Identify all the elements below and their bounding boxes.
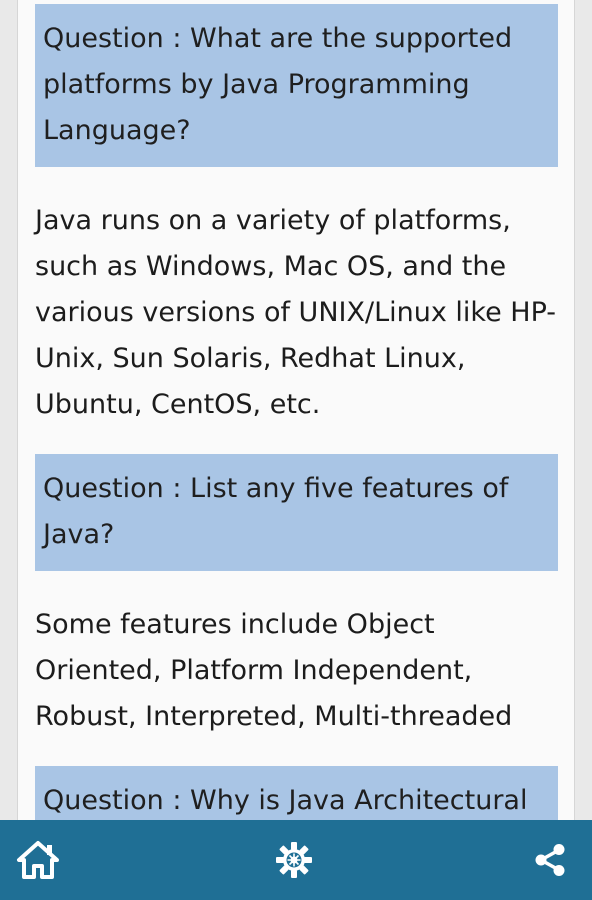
bottom-navigation-bar bbox=[0, 820, 592, 900]
question-box: Question : List any five features of Jav… bbox=[35, 454, 558, 571]
question-text: Question : What are the supported platfo… bbox=[43, 23, 513, 146]
qa-list: Question : What are the supported platfo… bbox=[35, 4, 558, 886]
share-icon bbox=[535, 844, 565, 876]
answer-text: Some features include Object Oriented, P… bbox=[35, 609, 513, 732]
question-text: Question : List any five features of Jav… bbox=[43, 473, 509, 550]
settings-gear-icon bbox=[276, 842, 312, 878]
answer-text: Java runs on a variety of platforms, suc… bbox=[35, 205, 557, 420]
app-screen: Question : What are the supported platfo… bbox=[0, 0, 592, 900]
question-text: Question : Why is Java Architectural bbox=[43, 785, 528, 816]
home-button[interactable] bbox=[14, 836, 62, 884]
settings-button[interactable] bbox=[270, 836, 318, 884]
share-button[interactable] bbox=[526, 836, 574, 884]
question-box: Question : What are the supported platfo… bbox=[35, 4, 558, 167]
home-icon bbox=[17, 841, 59, 879]
